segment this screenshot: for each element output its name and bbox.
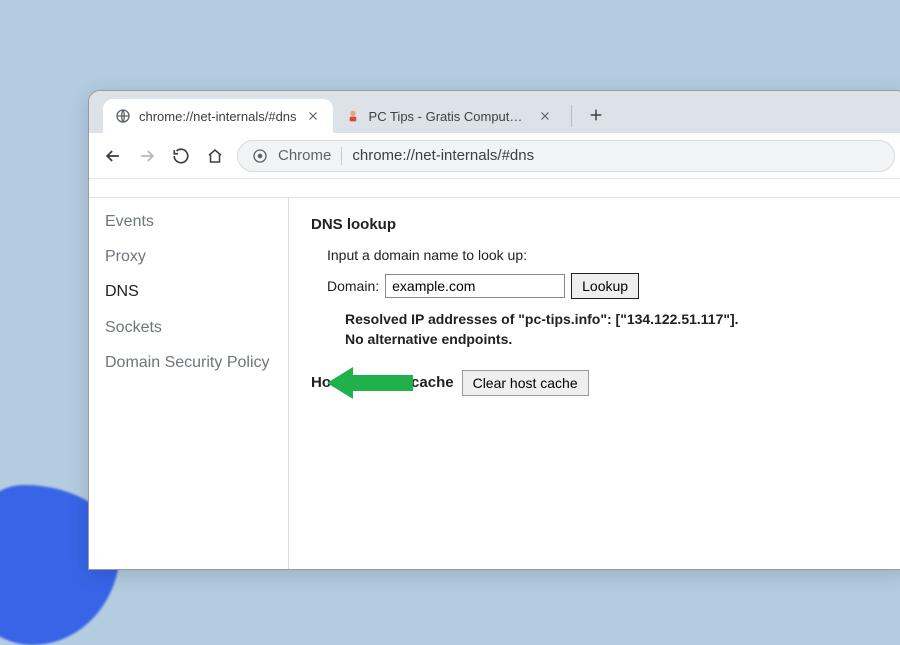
domain-label: Domain: (327, 278, 379, 294)
sidebar: Events Proxy DNS Sockets Domain Security… (89, 198, 289, 569)
forward-button[interactable] (135, 144, 159, 168)
clear-host-cache-button[interactable]: Clear host cache (462, 370, 589, 396)
home-button[interactable] (203, 144, 227, 168)
address-bar[interactable]: Chrome chrome://net-internals/#dns (237, 140, 895, 172)
omnibox-url: chrome://net-internals/#dns (352, 147, 534, 164)
tab-net-internals[interactable]: chrome://net-internals/#dns (103, 99, 333, 133)
tab-strip: chrome://net-internals/#dns PC Tips - Gr… (89, 91, 900, 133)
dns-result: Resolved IP addresses of "pc-tips.info":… (345, 309, 887, 350)
back-button[interactable] (101, 144, 125, 168)
tab-title: chrome://net-internals/#dns (139, 109, 297, 124)
tab-pc-tips[interactable]: PC Tips - Gratis Computer Tips, in (333, 99, 565, 133)
domain-input[interactable] (385, 274, 565, 298)
domain-row: Domain: Lookup (327, 273, 887, 299)
dns-section-title: DNS lookup (311, 216, 887, 233)
annotation-arrow-icon (327, 363, 413, 403)
sidebar-item-dns[interactable]: DNS (105, 274, 288, 309)
chrome-window: chrome://net-internals/#dns PC Tips - Gr… (88, 90, 900, 570)
site-favicon (345, 108, 361, 124)
omnibox-separator (341, 147, 342, 165)
omnibox-chip-label: Chrome (278, 147, 331, 164)
sidebar-item-domain-security-policy[interactable]: Domain Security Policy (105, 345, 288, 380)
net-internals-body: Events Proxy DNS Sockets Domain Security… (89, 197, 900, 569)
sidebar-item-events[interactable]: Events (105, 204, 288, 239)
tab-separator (571, 105, 572, 127)
dns-hint: Input a domain name to look up: (327, 247, 887, 263)
lookup-button[interactable]: Lookup (571, 273, 639, 299)
close-icon[interactable] (537, 108, 553, 124)
globe-icon (115, 108, 131, 124)
new-tab-button[interactable] (582, 101, 610, 129)
sidebar-item-proxy[interactable]: Proxy (105, 239, 288, 274)
dns-result-line2: No alternative endpoints. (345, 329, 887, 349)
reload-button[interactable] (169, 144, 193, 168)
chrome-product-icon (252, 148, 268, 164)
sidebar-item-sockets[interactable]: Sockets (105, 310, 288, 345)
toolbar: Chrome chrome://net-internals/#dns (89, 133, 900, 179)
close-icon[interactable] (305, 108, 321, 124)
host-resolver-cache-row: Host resolver cache Clear host cache (311, 370, 887, 396)
dns-result-line1: Resolved IP addresses of "pc-tips.info":… (345, 309, 887, 329)
tab-title: PC Tips - Gratis Computer Tips, in (369, 109, 529, 124)
main-panel: DNS lookup Input a domain name to look u… (289, 198, 900, 569)
